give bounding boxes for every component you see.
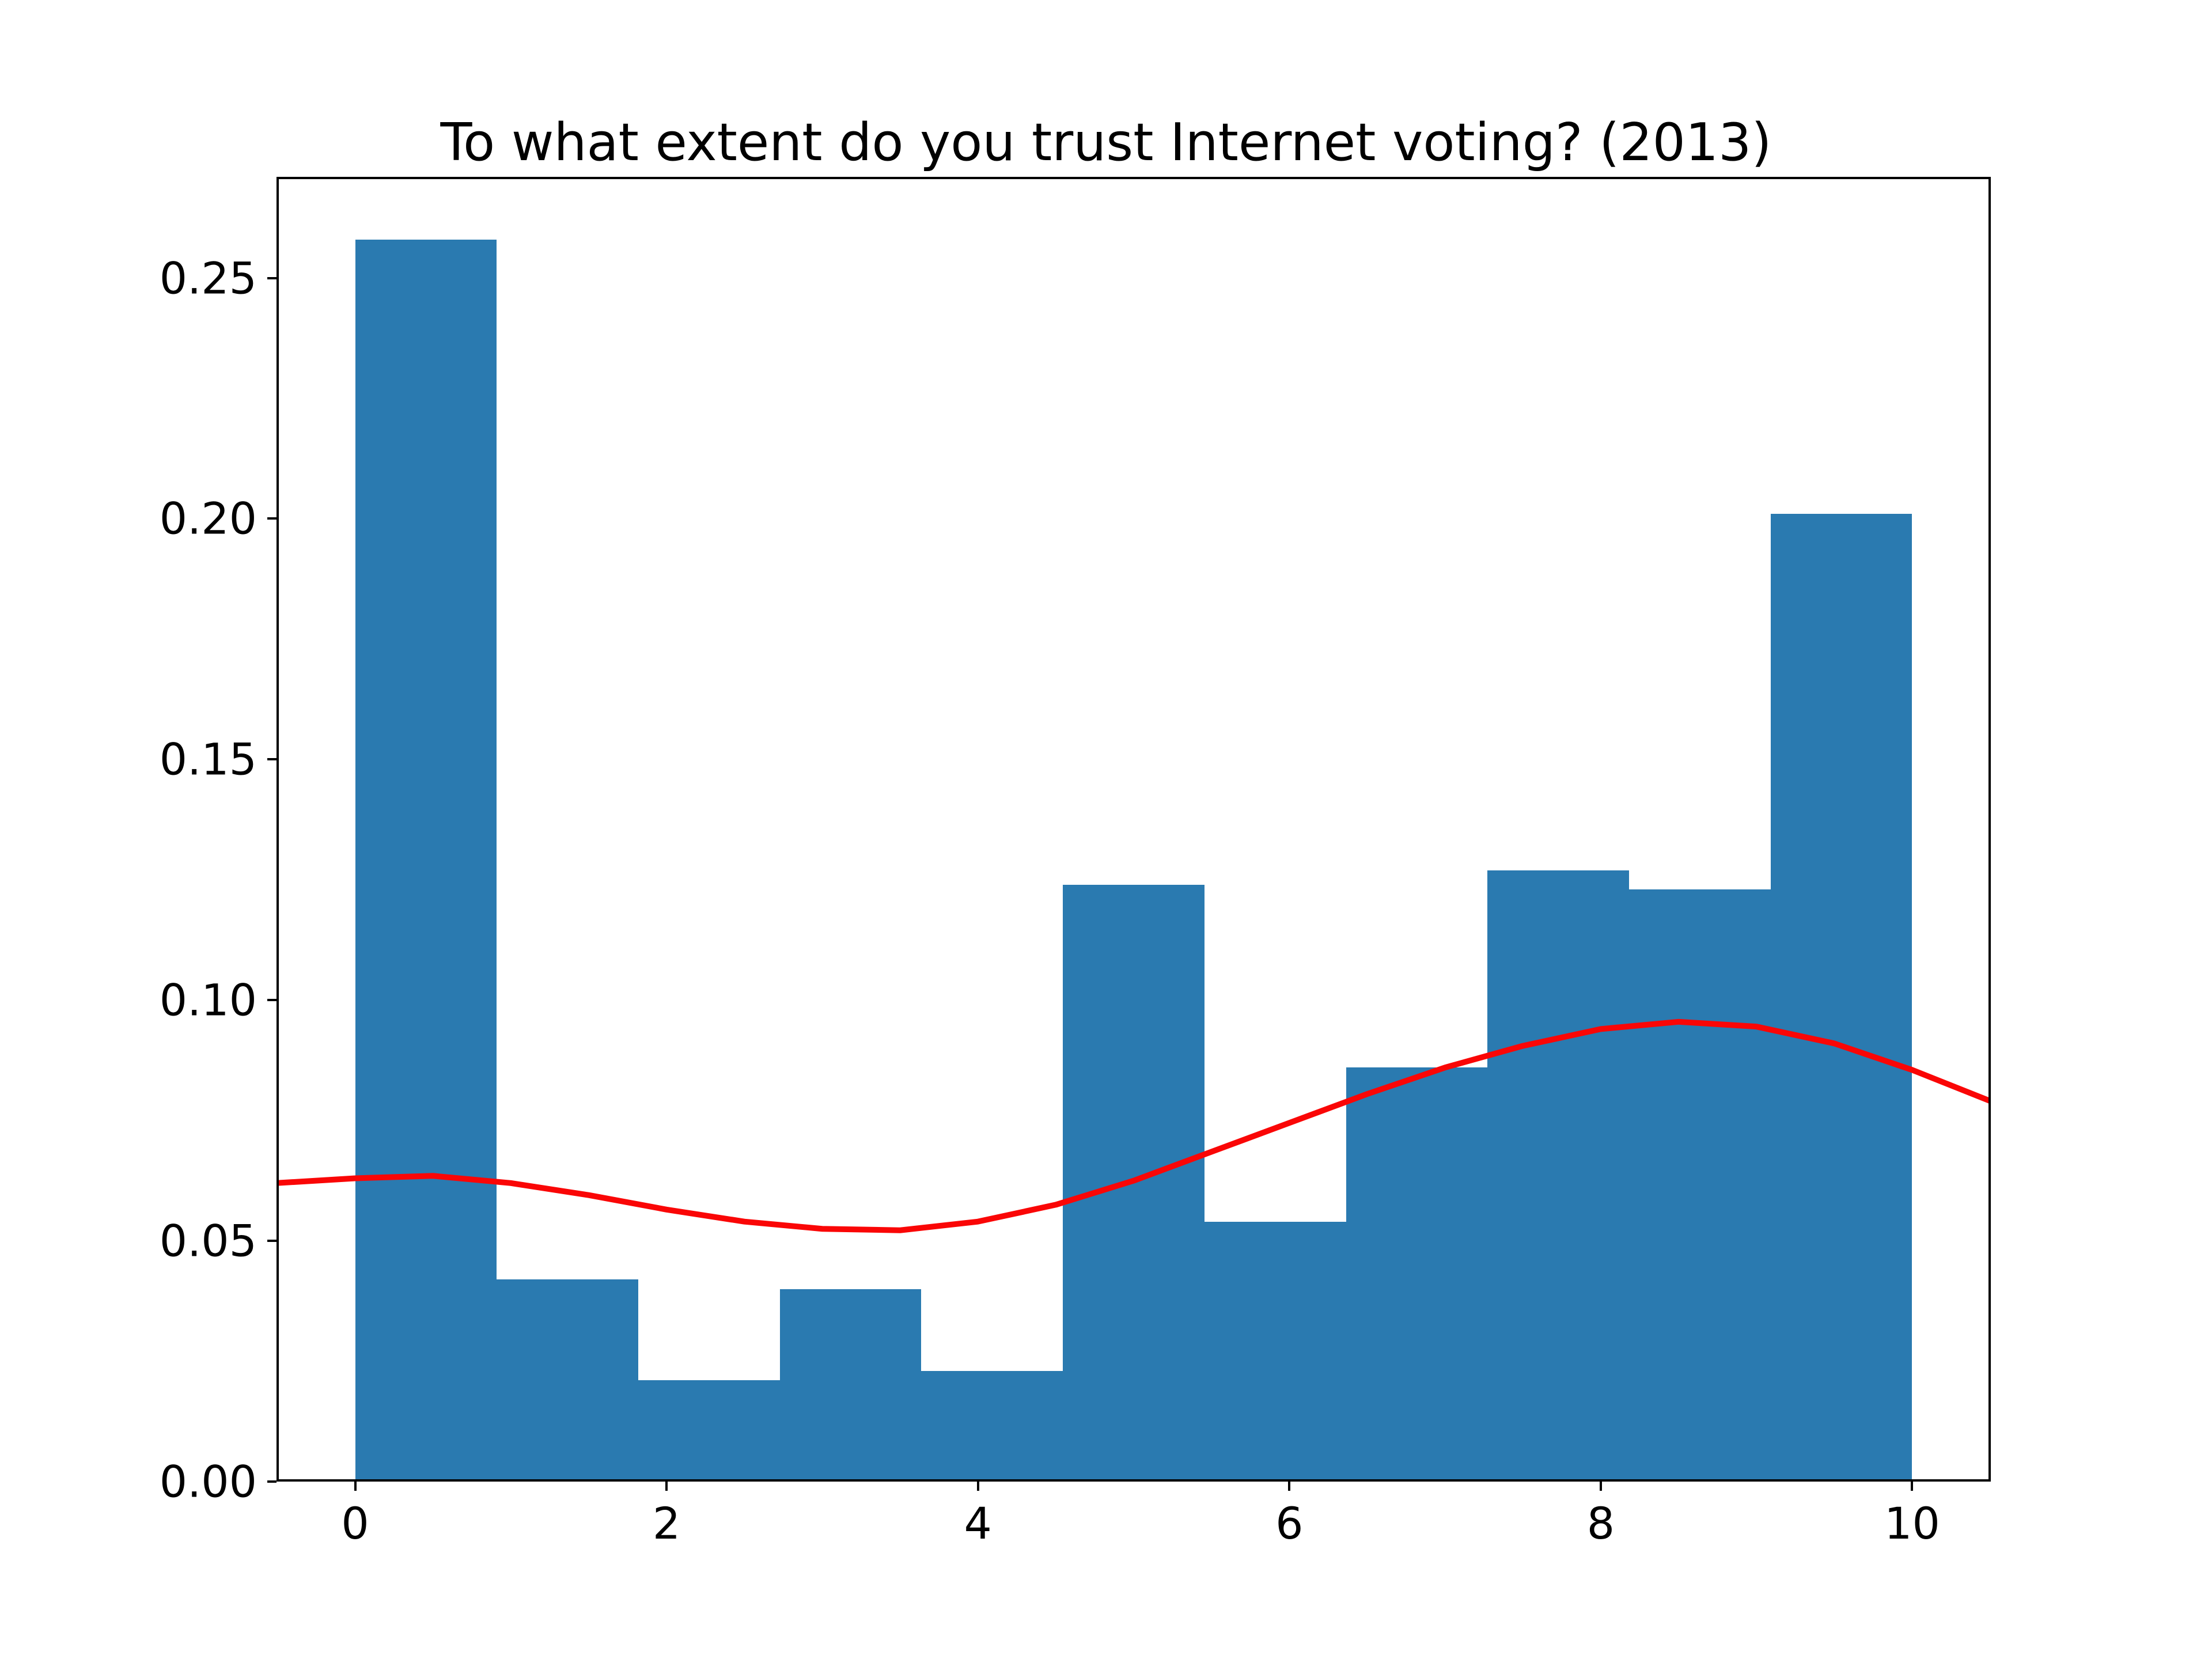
y-tick-label: 0.25	[160, 252, 276, 304]
y-tick-label: 0.15	[160, 734, 276, 785]
x-tick-label: 2	[653, 1482, 680, 1549]
kde-line	[276, 177, 1991, 1482]
y-tick-label: 0.10	[160, 975, 276, 1026]
y-tick-label: 0.05	[160, 1215, 276, 1267]
x-tick-label: 4	[964, 1482, 992, 1549]
x-tick-label: 0	[341, 1482, 369, 1549]
chart-axes: 02468100.000.050.100.150.200.25	[276, 177, 1991, 1482]
x-tick-label: 8	[1587, 1482, 1615, 1549]
y-tick-label: 0.00	[160, 1456, 276, 1508]
figure: To what extent do you trust Internet vot…	[0, 0, 2212, 1659]
x-tick-label: 6	[1275, 1482, 1303, 1549]
y-tick-label: 0.20	[160, 493, 276, 544]
x-tick-label: 10	[1884, 1482, 1940, 1549]
chart-title: To what extent do you trust Internet vot…	[0, 112, 2212, 173]
